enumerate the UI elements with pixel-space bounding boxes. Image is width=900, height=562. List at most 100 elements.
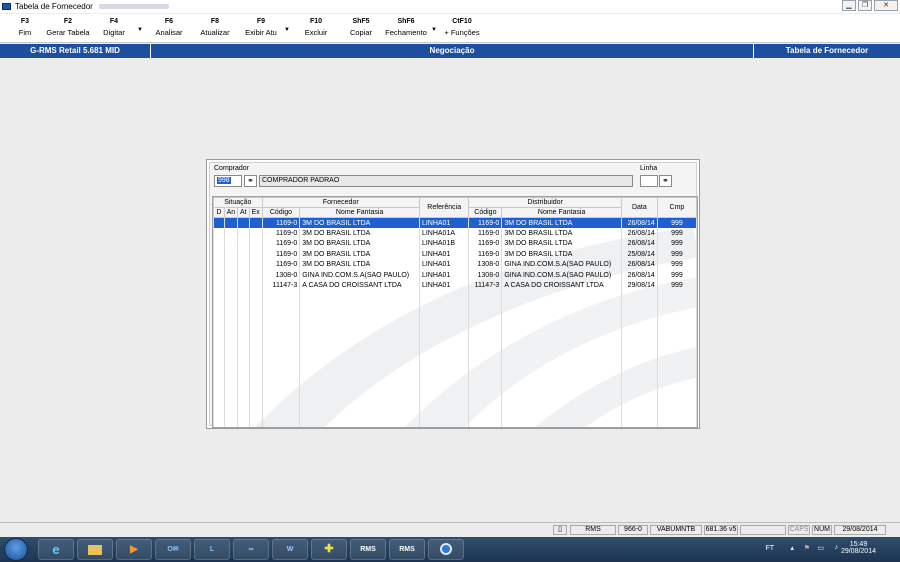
col-at[interactable]: At: [236, 207, 250, 218]
table-row[interactable]: 1169-0 3M DO BRASIL LTDA LINHA01 1169-0 3M D…: [213, 249, 697, 260]
empty-cell: [261, 343, 301, 354]
toolbar-key: F2: [63, 18, 73, 25]
empty-row[interactable]: [213, 333, 697, 344]
cell-forn-nome: 3M DO BRASIL LTDA: [299, 217, 420, 228]
minimize-button[interactable]: ▁: [842, 0, 856, 11]
media-player-icon[interactable]: ▶: [116, 539, 152, 560]
empty-row[interactable]: [213, 364, 697, 375]
dropdown-arrow-icon[interactable]: ▼: [431, 27, 437, 33]
binoculars-icon[interactable]: ⚭: [244, 175, 257, 187]
plus-app-icon[interactable]: ✚: [311, 539, 347, 560]
tray-clock[interactable]: 15:49 29/08/2014: [841, 541, 876, 555]
table-row[interactable]: 1169-0 3M DO BRASIL LTDA LINHA01 1169-0 3M D…: [213, 217, 697, 228]
toolbar-key: F3: [20, 18, 30, 25]
toolbar-button-fim[interactable]: F3 Fim: [14, 18, 36, 37]
flag-icon[interactable]: ⚑: [804, 544, 810, 552]
col-data[interactable]: Data: [620, 197, 658, 218]
grid-body: 1169-0 3M DO BRASIL LTDA LINHA01 1169-0 3M D…: [213, 217, 697, 427]
table-row[interactable]: 1169-0 3M DO BRASIL LTDA LINHA01 1308-0 GINA…: [213, 259, 697, 270]
col-referencia[interactable]: Referência: [418, 197, 470, 218]
toolbar-button-atualizar[interactable]: F8 Atualizar: [197, 18, 233, 37]
empty-row[interactable]: [213, 312, 697, 323]
cell-dist-codigo: 1308-0: [468, 270, 503, 281]
toolbar-button-gerar-tabela[interactable]: F2 Gerar Tabela: [45, 18, 91, 37]
col-distribuidor-codigo[interactable]: Código: [468, 207, 503, 218]
table-row[interactable]: 1308-0 GINA IND.COM.S.A(SAO PAULO) LINHA01…: [213, 270, 697, 281]
network-icon[interactable]: ▭: [817, 544, 824, 552]
table-row[interactable]: 1169-0 3M DO BRASIL LTDA LINHA01B 1169-0 3M …: [213, 238, 697, 249]
empty-cell: [620, 417, 658, 427]
close-button[interactable]: ✕: [874, 0, 898, 11]
empty-row[interactable]: [213, 291, 697, 302]
empty-cell: [656, 291, 697, 302]
empty-row[interactable]: [213, 385, 697, 396]
show-hidden-icon[interactable]: ▴: [790, 544, 794, 552]
toolbar-button-fechamento[interactable]: ShF6 Fechamento: [384, 18, 428, 37]
tray-language[interactable]: FT: [765, 545, 774, 552]
toolbar-button-digitar[interactable]: F4 Digitar: [99, 18, 129, 37]
cell-ex: [248, 228, 263, 239]
comprador-code-input[interactable]: 998: [214, 175, 242, 187]
toolbar-button-exibir-atu[interactable]: F9 Exibir Atu: [242, 18, 280, 37]
empty-cell: [223, 322, 238, 333]
dropdown-arrow-icon[interactable]: ▼: [284, 27, 290, 33]
col-ex[interactable]: Ex: [248, 207, 263, 218]
empty-row[interactable]: [213, 322, 697, 333]
outlook-icon[interactable]: O✉: [155, 539, 191, 560]
lync-icon[interactable]: L: [194, 539, 230, 560]
chrome-icon[interactable]: [428, 539, 464, 560]
word-icon[interactable]: W: [272, 539, 308, 560]
empty-cell: [656, 385, 697, 396]
col-d[interactable]: D: [213, 207, 225, 218]
empty-cell: [299, 312, 420, 323]
binoculars-icon[interactable]: ⚭: [659, 175, 672, 187]
col-fornecedor-codigo[interactable]: Código: [261, 207, 301, 218]
empty-cell: [620, 301, 658, 312]
col-distribuidor-nome[interactable]: Nome Fantasia: [501, 207, 622, 218]
empty-cell: [656, 417, 697, 427]
app-icon[interactable]: ∞: [233, 539, 269, 560]
status-num: NUM: [812, 525, 832, 535]
col-an[interactable]: An: [223, 207, 238, 218]
explorer-icon[interactable]: [77, 539, 113, 560]
linha-input[interactable]: [640, 175, 658, 187]
start-button[interactable]: [4, 538, 28, 561]
col-group-situacao: Situação: [213, 197, 263, 208]
empty-cell: [620, 291, 658, 302]
toolbar-key: ShF6: [397, 18, 415, 25]
empty-cell: [223, 333, 238, 344]
empty-cell: [236, 333, 250, 344]
ie-icon[interactable]: e: [38, 539, 74, 560]
toolbar-label: Analisar: [155, 28, 183, 37]
cell-d: [213, 270, 225, 281]
empty-row[interactable]: [213, 396, 697, 407]
rms-app-icon[interactable]: RMS: [350, 539, 386, 560]
empty-cell: [213, 301, 225, 312]
empty-row[interactable]: [213, 343, 697, 354]
toolbar-button-excluir[interactable]: F10 Excluir: [302, 18, 330, 37]
status-caps: CAPS: [788, 525, 810, 535]
rms-app-icon-2[interactable]: RMS: [389, 539, 425, 560]
empty-row[interactable]: [213, 375, 697, 386]
cell-cmp: 999: [656, 259, 697, 270]
empty-row[interactable]: [213, 406, 697, 417]
cell-dist-nome: GINA IND.COM.S.A(SAO PAULO): [501, 270, 622, 281]
empty-row[interactable]: [213, 301, 697, 312]
supplier-grid[interactable]: Situação Fornecedor Referência Distribui…: [212, 196, 698, 428]
dropdown-arrow-icon[interactable]: ▼: [137, 27, 143, 33]
toolbar-button-analisar[interactable]: F6 Analisar: [152, 18, 186, 37]
maximize-button[interactable]: ❐: [858, 0, 872, 11]
cell-at: [236, 228, 250, 239]
col-fornecedor-nome[interactable]: Nome Fantasia: [299, 207, 420, 218]
empty-cell: [501, 333, 622, 344]
table-row[interactable]: 1169-0 3M DO BRASIL LTDA LINHA01A 1169-0 3M …: [213, 228, 697, 239]
toolbar-button-mais-funcoes[interactable]: CtF10 + Funções: [443, 18, 481, 37]
empty-cell: [213, 343, 225, 354]
empty-cell: [620, 354, 658, 365]
table-row[interactable]: 11147-3 A CASA DO CROISSANT LTDA LINHA01 11…: [213, 280, 697, 291]
col-cmp[interactable]: Cmp: [656, 197, 697, 218]
empty-row[interactable]: [213, 417, 697, 427]
empty-row[interactable]: [213, 354, 697, 365]
volume-icon[interactable]: ♪: [835, 544, 839, 551]
toolbar-button-copiar[interactable]: ShF5 Copiar: [347, 18, 375, 37]
